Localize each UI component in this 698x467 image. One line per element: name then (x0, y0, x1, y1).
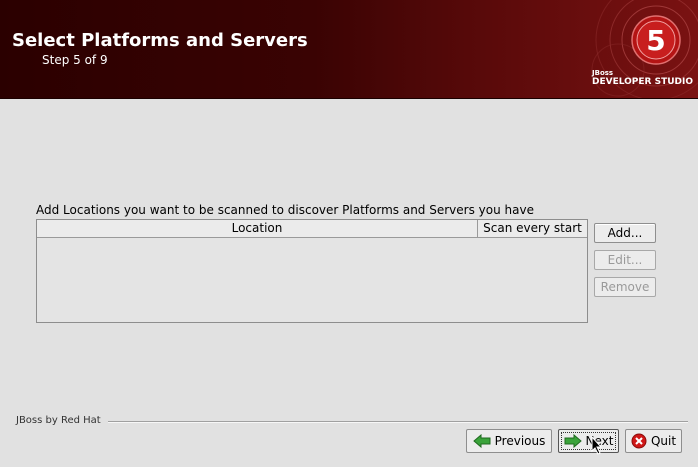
footer-divider (108, 421, 688, 423)
brand-name-small: JBoss (592, 69, 614, 77)
footer-brand-label: JBoss by Red Hat (16, 415, 101, 426)
edit-location-button[interactable]: Edit... (594, 250, 656, 270)
instruction-text: Add Locations you want to be scanned to … (36, 203, 534, 217)
previous-button[interactable]: Previous (466, 429, 552, 453)
logo-glyph: 5 (646, 24, 665, 57)
quit-button[interactable]: Quit (625, 429, 682, 453)
quit-button-label: Quit (650, 434, 677, 448)
page-title: Select Platforms and Servers (12, 30, 308, 51)
mouse-pointer-icon (591, 436, 603, 455)
close-circle-icon (631, 433, 647, 449)
brand-name-product: DEVELOPER STUDIO (592, 77, 694, 87)
arrow-left-icon (472, 434, 491, 448)
wizard-header: Select Platforms and Servers Step 5 of 9… (0, 0, 698, 99)
column-header-location[interactable]: Location (37, 220, 478, 237)
step-indicator: Step 5 of 9 (42, 53, 108, 67)
remove-location-button[interactable]: Remove (594, 277, 656, 297)
arrow-right-icon (564, 434, 582, 448)
next-button[interactable]: Next (558, 429, 619, 453)
add-location-button[interactable]: Add... (594, 223, 656, 243)
column-header-scan-every-start[interactable]: Scan every start (478, 220, 587, 237)
previous-button-label: Previous (494, 434, 546, 448)
locations-table[interactable]: Location Scan every start (36, 219, 588, 323)
table-header: Location Scan every start (37, 220, 587, 238)
